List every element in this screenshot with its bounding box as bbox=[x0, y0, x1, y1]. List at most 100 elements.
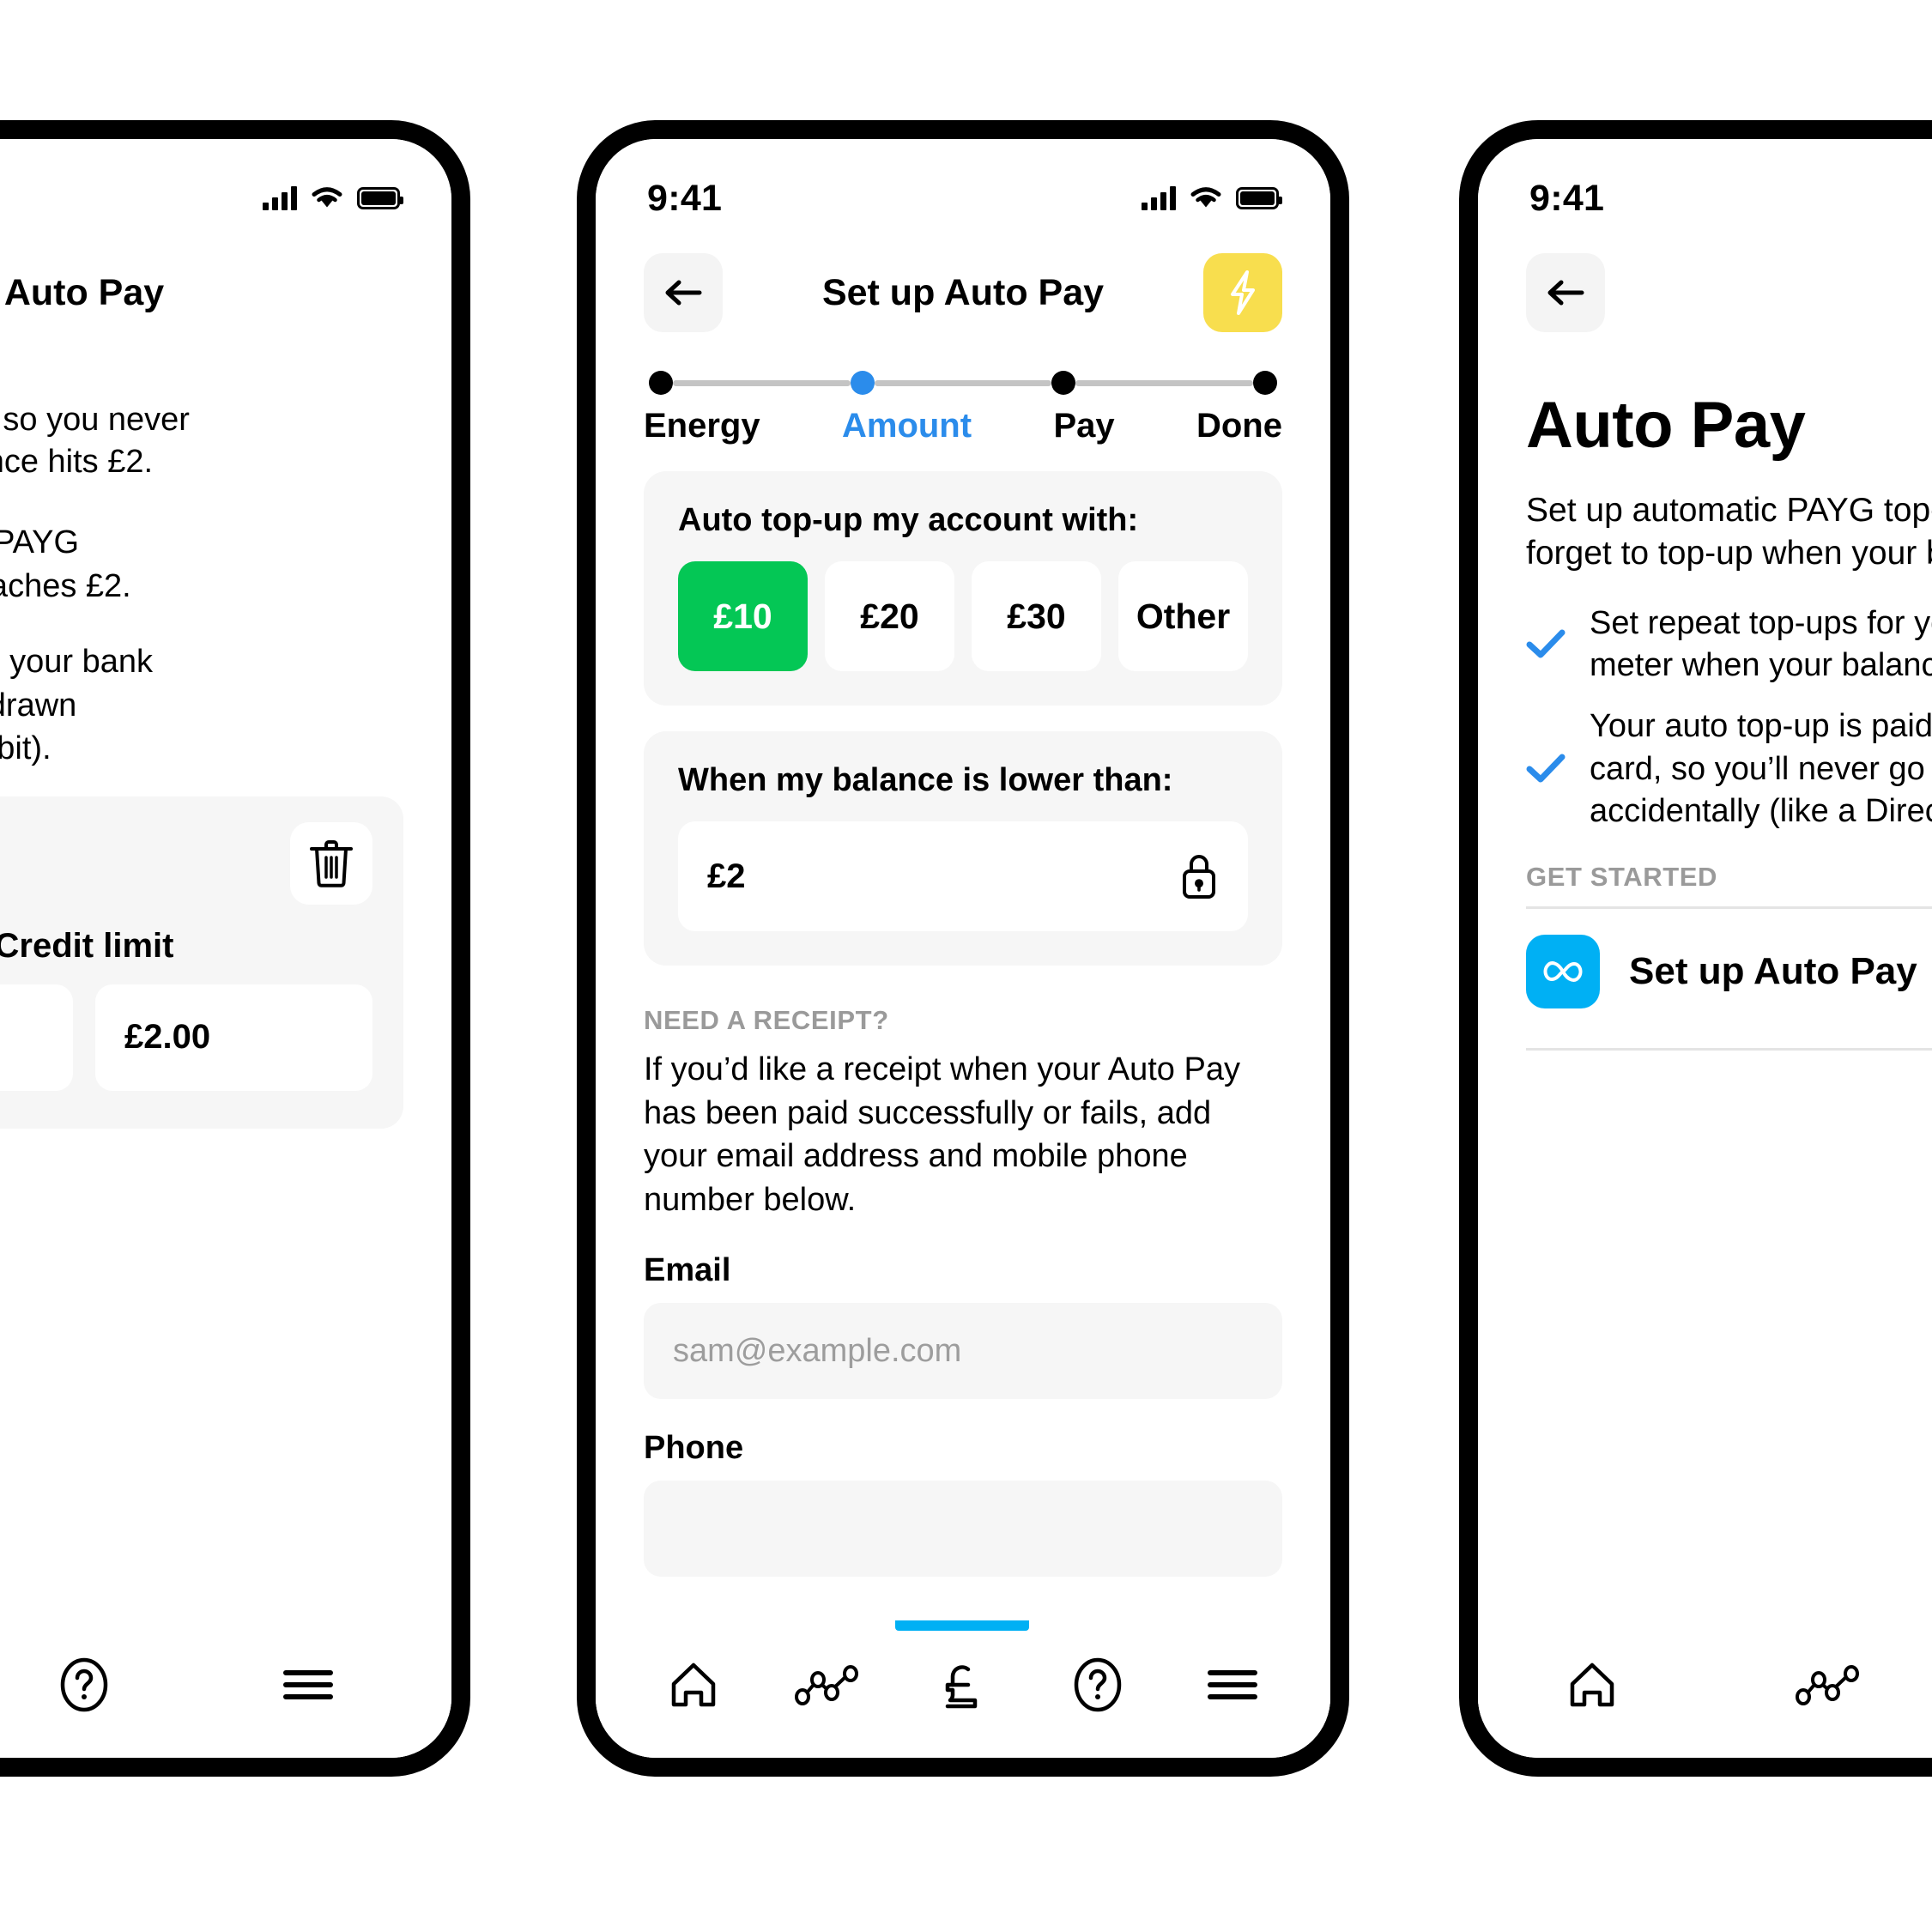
amount-option-other[interactable]: Other bbox=[1118, 561, 1248, 671]
benefit-list: Set repeat top-ups for yo meter when you… bbox=[1526, 603, 1932, 833]
lightning-bolt-icon bbox=[1231, 270, 1255, 315]
arrow-left-icon bbox=[1547, 280, 1584, 306]
step-label-pay: Pay bbox=[1053, 407, 1115, 445]
pound-icon bbox=[945, 1665, 978, 1709]
intro-text-right-1: Set up automatic PAYG top-u bbox=[1526, 492, 1932, 529]
trash-icon bbox=[310, 839, 353, 887]
intro-text-right-2: forget to top-up when your b bbox=[1526, 535, 1932, 572]
step-label-done: Done bbox=[1196, 407, 1282, 445]
intro-text-left-2: when your balance hits £2. bbox=[0, 443, 154, 480]
phone-left: 9:41 Auto Pay c PAYG top-ups so you neve… bbox=[0, 120, 470, 1777]
tab-help[interactable] bbox=[1033, 1620, 1162, 1749]
usage-graph-icon bbox=[1796, 1665, 1859, 1705]
arrow-left-icon bbox=[665, 280, 702, 306]
content-middle: Auto top-up my account with: £10 £20 £30… bbox=[596, 445, 1330, 1612]
receipt-paragraph: If you’d like a receipt when your Auto P… bbox=[644, 1051, 1240, 1218]
screen-right: 9:41 Auto Pay Auto Pay Set up automatic … bbox=[1478, 139, 1932, 1758]
topup-amount-title: Auto top-up my account with: bbox=[678, 502, 1139, 538]
balance-threshold-card: When my balance is lower than: £2 bbox=[644, 731, 1282, 966]
amount-option-30[interactable]: £30 bbox=[972, 561, 1101, 671]
status-icons bbox=[263, 186, 403, 210]
stepper-track bbox=[644, 371, 1282, 395]
step-dot-pay[interactable] bbox=[1051, 371, 1076, 395]
navbar-left: Auto Pay bbox=[0, 233, 451, 347]
battery-icon bbox=[1236, 187, 1282, 209]
tab-pound[interactable] bbox=[894, 1620, 1029, 1749]
email-input[interactable]: sam@example.com bbox=[644, 1303, 1282, 1400]
navbar-right: Auto Pay bbox=[1478, 233, 1932, 347]
credit-limit-label: Credit limit bbox=[0, 926, 174, 965]
lock-icon bbox=[1183, 855, 1215, 899]
help-circle-icon bbox=[1074, 1657, 1122, 1712]
benefit-item: Set repeat top-ups for yo meter when you… bbox=[1526, 603, 1932, 687]
tab-usage[interactable] bbox=[1765, 1620, 1893, 1749]
step-line-1 bbox=[673, 379, 851, 386]
tab-help[interactable] bbox=[20, 1620, 148, 1749]
status-icons bbox=[1142, 186, 1282, 210]
step-dot-done[interactable] bbox=[1253, 371, 1278, 395]
home-icon bbox=[1570, 1662, 1614, 1707]
amount-options: £10 £20 £30 Other bbox=[678, 561, 1248, 671]
status-bar-left: 9:41 bbox=[0, 139, 451, 233]
topup-amount-card: Auto top-up my account with: £10 £20 £30… bbox=[644, 471, 1282, 706]
screen-left: 9:41 Auto Pay c PAYG top-ups so you neve… bbox=[0, 139, 451, 1758]
content-left: c PAYG top-ups so you never when your ba… bbox=[0, 347, 451, 1612]
credit-limit-value[interactable]: £2.00 bbox=[95, 984, 372, 1091]
step-dot-energy[interactable] bbox=[649, 371, 673, 395]
menu-icon bbox=[1207, 1670, 1257, 1699]
credit-limit-card: Credit limit £2.00 bbox=[0, 796, 403, 1129]
menu-icon bbox=[283, 1670, 334, 1699]
check-icon bbox=[1526, 754, 1566, 784]
balance-threshold-field: £2 bbox=[678, 821, 1248, 931]
bullet-left-2: p-up is paid with your bank ll never go … bbox=[0, 644, 154, 767]
status-time: 9:41 bbox=[647, 177, 723, 219]
back-button[interactable] bbox=[644, 253, 723, 332]
bullet-left-1: op-ups for your PAYG your balance reache… bbox=[0, 524, 131, 604]
screen-middle: 9:41 Set up Auto Pay Energy Amount Pay D… bbox=[596, 139, 1330, 1758]
status-bar-right: 9:41 bbox=[1478, 139, 1932, 233]
navbar-middle: Set up Auto Pay bbox=[596, 233, 1330, 347]
step-label-energy: Energy bbox=[644, 407, 760, 445]
tab-bar-left bbox=[0, 1612, 451, 1758]
setup-stepper: Energy Amount Pay Done bbox=[596, 347, 1330, 445]
home-icon bbox=[672, 1662, 716, 1707]
tab-menu[interactable] bbox=[244, 1620, 372, 1749]
balance-threshold-value: £2 bbox=[707, 857, 746, 895]
check-icon bbox=[1526, 629, 1566, 660]
phone-middle: 9:41 Set up Auto Pay Energy Amount Pay D… bbox=[577, 120, 1349, 1777]
intro-text-left-1: c PAYG top-ups so you never bbox=[0, 402, 190, 438]
credit-limit-fields: £2.00 bbox=[0, 984, 372, 1091]
content-right: Auto Pay Set up automatic PAYG top-u for… bbox=[1478, 347, 1932, 1612]
benefit-text: Set repeat top-ups for yo meter when you… bbox=[1590, 604, 1932, 683]
list-item-set-up-auto-pay[interactable]: Set up Auto Pay bbox=[1526, 909, 1932, 1034]
email-label: Email bbox=[644, 1252, 731, 1289]
divider-bottom bbox=[1526, 1048, 1932, 1051]
delete-button[interactable] bbox=[290, 821, 372, 905]
get-started-kicker: GET STARTED bbox=[1526, 862, 1718, 893]
tab-home[interactable] bbox=[1528, 1620, 1656, 1749]
tab-active-indicator bbox=[894, 1620, 1029, 1631]
page-heading-right: Auto Pay bbox=[1526, 389, 1806, 462]
tab-home[interactable] bbox=[629, 1620, 758, 1749]
step-line-2 bbox=[874, 379, 1052, 386]
back-button[interactable] bbox=[1526, 253, 1605, 332]
wifi-icon bbox=[1190, 187, 1221, 208]
amount-option-20[interactable]: £20 bbox=[825, 561, 954, 671]
page-title-left: Auto Pay bbox=[3, 271, 165, 313]
phone-input[interactable] bbox=[644, 1481, 1282, 1578]
step-dot-amount[interactable] bbox=[850, 371, 875, 395]
tab-usage[interactable] bbox=[764, 1620, 893, 1749]
lightning-action-button[interactable] bbox=[1203, 253, 1282, 332]
status-time: 9:41 bbox=[1529, 177, 1605, 219]
credit-limit-field-partial[interactable] bbox=[0, 984, 73, 1091]
tab-bar-right bbox=[1478, 1612, 1932, 1758]
phone-right: 9:41 Auto Pay Auto Pay Set up automatic … bbox=[1459, 120, 1932, 1777]
tab-menu[interactable] bbox=[1168, 1620, 1297, 1749]
benefit-item: Your auto top-up is paid card, so you’ll… bbox=[1526, 706, 1932, 833]
amount-option-10[interactable]: £10 bbox=[678, 561, 808, 671]
benefit-text: Your auto top-up is paid card, so you’ll… bbox=[1590, 708, 1932, 830]
usage-graph-icon bbox=[795, 1665, 859, 1705]
receipt-kicker: NEED A RECEIPT? bbox=[644, 1005, 889, 1035]
status-bar-middle: 9:41 bbox=[596, 139, 1330, 233]
battery-icon bbox=[357, 187, 403, 209]
